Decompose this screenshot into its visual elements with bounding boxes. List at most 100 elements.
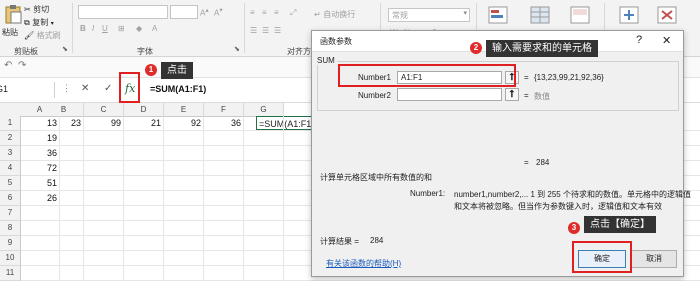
cut-label: 剪切 <box>33 5 50 14</box>
help-icon[interactable]: ? <box>636 34 642 46</box>
cut-button[interactable]: ✂ 剪切 <box>24 4 49 15</box>
clipboard-group-label: 剪贴板 <box>14 47 38 56</box>
copy-icon: ⧉ <box>24 18 30 27</box>
font-name-combo[interactable] <box>78 5 168 19</box>
table-cell[interactable]: 21 <box>124 116 164 130</box>
row-header[interactable]: 1 <box>0 116 21 131</box>
border-icon[interactable]: ⊞ <box>118 24 125 33</box>
row-header[interactable]: 7 <box>0 206 21 221</box>
column-header[interactable]: F <box>204 103 244 117</box>
number2-input[interactable] <box>397 88 502 101</box>
cancel-formula-icon[interactable]: ✕ <box>81 83 89 94</box>
name-box[interactable]: G1 <box>0 82 55 98</box>
row-header[interactable]: 4 <box>0 161 21 176</box>
table-cell[interactable]: 92 <box>164 116 204 130</box>
align-middle-icon[interactable]: ≡ <box>262 8 267 17</box>
number1-equals: = <box>524 73 529 82</box>
table-cell[interactable]: 36 <box>20 146 60 160</box>
font-launcher-icon[interactable]: ⬊ <box>234 45 240 53</box>
table-cell[interactable]: 36 <box>204 116 244 130</box>
column-header[interactable]: B <box>44 103 84 117</box>
dialog-title: 函数参数 <box>320 37 352 46</box>
result-value: 284 <box>370 236 384 245</box>
table-cell[interactable]: 23 <box>44 116 84 130</box>
number2-equals: = <box>524 91 529 100</box>
number1-highlight-box <box>338 64 516 87</box>
redo-icon[interactable]: ↷ <box>18 60 26 71</box>
step1-tooltip: 点击 <box>161 62 193 79</box>
wrap-text-icon: ↵ <box>314 10 321 19</box>
table-cell[interactable]: 19 <box>20 131 60 145</box>
column-header[interactable]: D <box>124 103 164 117</box>
number1-result: {13,23,99,21,92,36} <box>534 73 604 82</box>
row-header[interactable]: 2 <box>0 131 21 146</box>
orientation-icon[interactable]: ⤢ <box>290 8 296 18</box>
group-separator <box>244 3 245 53</box>
total-result: 284 <box>536 158 550 167</box>
column-header[interactable]: E <box>164 103 204 117</box>
align-center-icon[interactable]: ☰ <box>262 26 269 35</box>
row-header[interactable]: 10 <box>0 251 21 266</box>
italic-icon[interactable]: I <box>92 24 94 33</box>
cell-styles-icon <box>570 6 590 24</box>
delete-icon <box>657 6 677 24</box>
number-format-combo[interactable]: 常规 ▾ <box>388 8 470 22</box>
chevron-down-icon: ▾ <box>50 21 54 27</box>
table-cell[interactable]: 26 <box>20 191 60 205</box>
number2-result: 数值 <box>534 92 550 101</box>
row-header[interactable]: 5 <box>0 176 21 191</box>
insert-icon <box>619 6 639 24</box>
select-all-corner[interactable] <box>0 103 21 117</box>
group-separator <box>72 3 73 53</box>
column-gridline <box>243 116 244 281</box>
total-equals: = <box>524 158 529 167</box>
step2-badge: 2 <box>470 42 482 54</box>
wrap-text-label: 自动换行 <box>323 10 356 19</box>
align-left-icon[interactable]: ☰ <box>250 26 257 35</box>
align-bottom-icon[interactable]: ≡ <box>274 8 279 17</box>
enter-formula-icon[interactable]: ✓ <box>104 83 112 94</box>
fill-color-icon[interactable]: ◆ <box>136 24 142 33</box>
font-size-combo[interactable] <box>170 5 198 19</box>
function-description: 计算单元格区域中所有数值的和 <box>320 173 432 182</box>
format-painter-button[interactable]: 🖌 格式刷 <box>24 30 61 41</box>
row-header[interactable]: 9 <box>0 236 21 251</box>
brush-icon: 🖌 <box>24 31 35 40</box>
step3-badge: 3 <box>568 222 580 234</box>
undo-icon[interactable]: ↶ <box>4 60 12 71</box>
font-color-icon[interactable]: A <box>152 24 157 33</box>
cancel-button[interactable]: 取消 <box>631 250 677 268</box>
paste-button[interactable]: 粘贴 <box>2 2 24 42</box>
column-gridline <box>163 116 164 281</box>
ok-highlight-box <box>572 241 632 273</box>
align-right-icon[interactable]: ☰ <box>274 26 281 35</box>
table-cell[interactable]: 99 <box>84 116 124 130</box>
close-icon[interactable]: ✕ <box>662 34 671 47</box>
row-header[interactable]: 11 <box>0 266 21 281</box>
formula-bar-menu-icon[interactable]: ⋮ <box>62 83 71 94</box>
function-help-link[interactable]: 有关该函数的帮助(H) <box>326 258 401 269</box>
column-header[interactable]: C <box>84 103 124 117</box>
row-header[interactable]: 8 <box>0 221 21 236</box>
clipboard-launcher-icon[interactable]: ⬊ <box>62 45 68 53</box>
number-format-value: 常规 <box>392 11 408 20</box>
column-gridline <box>203 116 204 281</box>
align-top-icon[interactable]: ≡ <box>250 8 255 17</box>
table-cell[interactable]: 51 <box>20 176 60 190</box>
bold-icon[interactable]: B <box>80 24 86 33</box>
active-cell-formula[interactable]: =SUM(A1:F1) <box>256 116 318 130</box>
copy-button[interactable]: ⧉ 复制 ▾ <box>24 17 54 28</box>
formula-content[interactable]: =SUM(A1:F1) <box>150 84 206 94</box>
column-gridline <box>83 116 84 281</box>
number2-collapse-button[interactable]: ⭡ <box>505 88 519 101</box>
column-gridline <box>283 116 284 281</box>
grow-font-icon[interactable]: A▴ <box>200 6 209 18</box>
column-header[interactable]: G <box>244 103 284 117</box>
row-header[interactable]: 3 <box>0 146 21 161</box>
shrink-font-icon[interactable]: A▾ <box>214 6 223 18</box>
table-cell[interactable]: 72 <box>20 161 60 175</box>
row-header[interactable]: 6 <box>0 191 21 206</box>
underline-icon[interactable]: U <box>102 24 108 33</box>
table-icon <box>530 6 550 24</box>
wrap-text-button[interactable]: ↵ 自动换行 <box>314 9 355 20</box>
